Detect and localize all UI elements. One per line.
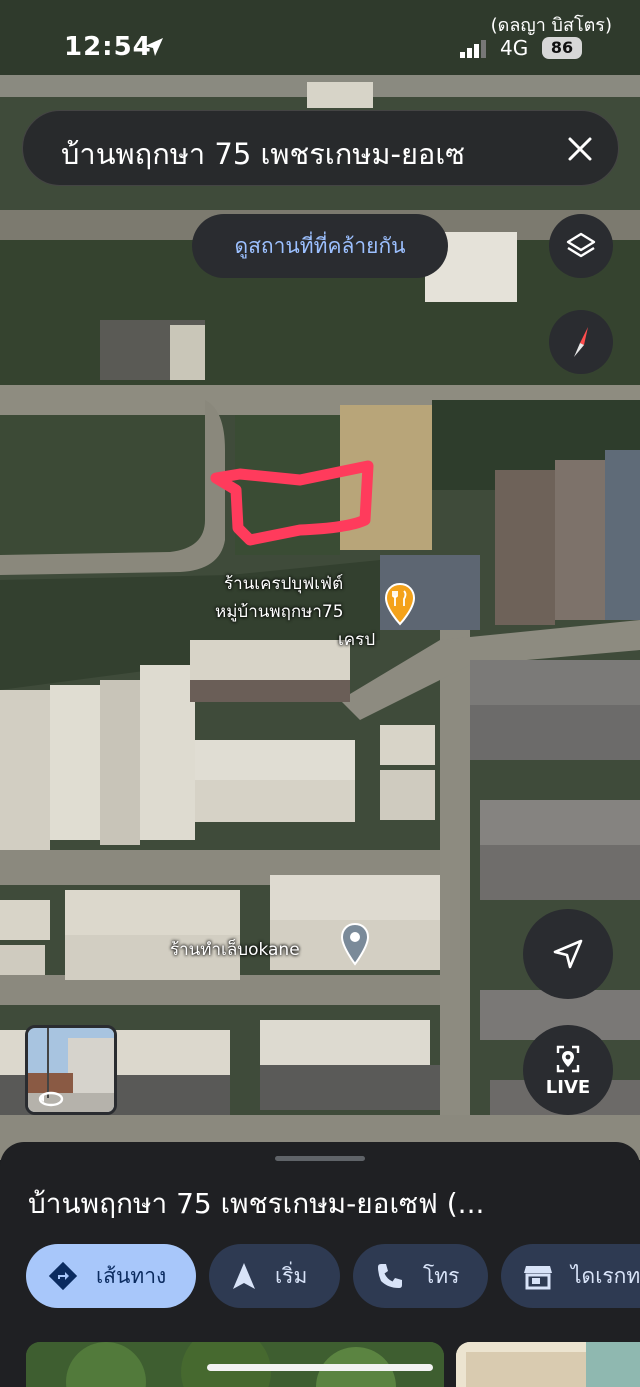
map-pin-icon[interactable] [340, 922, 370, 966]
directions-label: เส้นทาง [96, 1263, 167, 1288]
compass-button[interactable] [549, 310, 613, 374]
status-time: 12:54 [64, 32, 152, 62]
live-label: LIVE [545, 1076, 591, 1098]
home-indicator [207, 1364, 433, 1371]
phone-icon [378, 1264, 402, 1288]
fork-knife-icon[interactable] [384, 582, 416, 626]
start-label: เริ่ม [275, 1263, 308, 1288]
directory-button[interactable]: ไดเรกท [501, 1244, 640, 1308]
directions-icon [48, 1261, 78, 1291]
search-bar[interactable]: บ้านพฤกษา 75 เพชรเกษม-ยอเซ [22, 110, 619, 186]
place-bottom-sheet[interactable]: บ้านพฤกษา 75 เพชรเกษม-ยอเซฟ (... เส้นทาง… [0, 1142, 640, 1387]
battery-level: 86 [542, 37, 582, 59]
poi-restaurant-name-line3[interactable]: เครป [338, 626, 375, 653]
live-view-icon [556, 1045, 580, 1072]
street-view-thumbnail[interactable] [25, 1025, 117, 1115]
poi-shop-name[interactable]: ร้านทำเล็บokane [170, 936, 300, 963]
call-button[interactable]: โทร [353, 1244, 488, 1308]
layers-button[interactable] [549, 214, 613, 278]
poi-restaurant-name-line1[interactable]: ร้านเครปบุฟเฟ่ต์ [224, 570, 343, 597]
similar-places-button[interactable]: ดูสถานที่ที่คล้ายกัน [192, 214, 448, 278]
status-carrier-label: (ดลญา บิสโตร) [490, 15, 612, 36]
start-navigation-icon [233, 1263, 255, 1289]
start-button[interactable]: เริ่ม [209, 1244, 340, 1308]
my-location-arrow-icon [553, 939, 583, 969]
signal-bars-icon [460, 40, 486, 58]
directions-button[interactable]: เส้นทาง [26, 1244, 196, 1308]
directory-label: ไดเรกท [571, 1263, 640, 1288]
rotate-360-icon [38, 1091, 64, 1107]
compass-icon [574, 327, 588, 357]
place-photo-2[interactable] [456, 1342, 640, 1387]
layers-icon [566, 232, 596, 258]
status-bar: 12:54 (ดลญา บิสโตร) 4G 86 [0, 0, 640, 70]
search-query-text[interactable]: บ้านพฤกษา 75 เพชรเกษม-ยอเซ [61, 131, 501, 177]
my-location-button[interactable] [523, 909, 613, 999]
place-photo-image-2 [456, 1342, 640, 1387]
place-title[interactable]: บ้านพฤกษา 75 เพชรเกษม-ยอเซฟ (... [28, 1182, 484, 1226]
navigation-arrow-icon [145, 38, 163, 56]
poi-restaurant-name-line2[interactable]: หมู่บ้านพฤกษา75 [215, 598, 344, 625]
drag-handle[interactable] [275, 1156, 365, 1161]
close-icon[interactable] [564, 133, 596, 165]
storefront-icon [524, 1266, 552, 1290]
network-type: 4G [500, 36, 529, 60]
call-label: โทร [423, 1263, 460, 1288]
live-view-button[interactable]: LIVE [523, 1025, 613, 1115]
